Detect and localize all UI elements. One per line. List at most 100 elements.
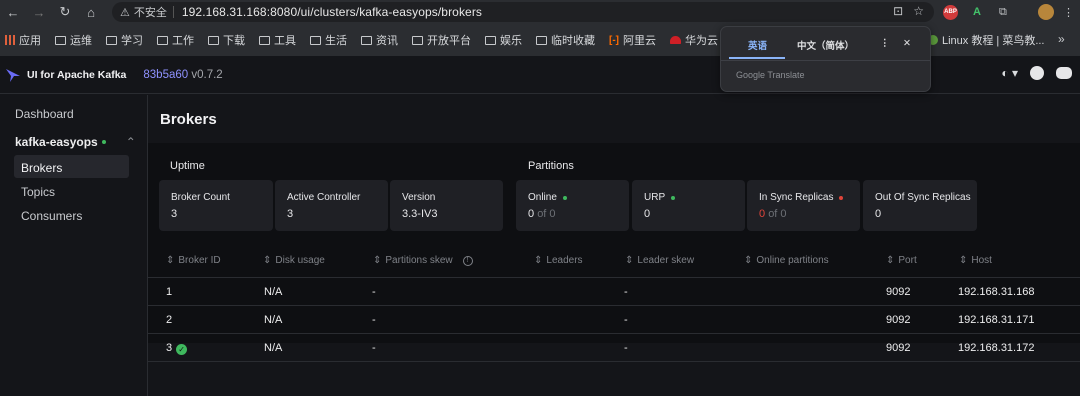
sidebar-item-dashboard[interactable]: Dashboard [15,107,74,121]
reload-icon[interactable]: ↻ [52,0,78,24]
bookmark-label: Linux 教程 | 菜鸟教... [942,35,1045,47]
forward-icon[interactable]: → [26,0,52,24]
discord-icon[interactable] [1056,67,1072,79]
profile-avatar[interactable] [1038,4,1054,20]
partitions-skew: - [372,286,376,298]
card-value: 0 [528,208,535,220]
bookmark-folder[interactable]: 开放平台 [412,32,471,48]
column-label: Broker ID [178,255,221,266]
extensions-puzzle-icon[interactable]: ⧉ [999,4,1007,20]
translate-tab-english[interactable]: 英语 [748,38,767,52]
broker-id[interactable]: 2 [166,314,172,326]
cluster-online-dot [101,140,106,144]
column-header-broker-id[interactable]: ⇕ Broker ID [166,255,221,266]
bookmarks-overflow-icon[interactable]: » [1058,32,1065,46]
build-info: 83b5a60 v0.7.2 [143,69,222,81]
folder-icon [485,35,496,45]
bookmark-star-icon[interactable]: ☆ [913,4,924,18]
sidebar-item-consumers[interactable]: Consumers [21,209,82,223]
address-bar[interactable]: ⚠ 不安全 192.168.31.168:8080/ui/clusters/ka… [112,2,934,22]
column-header-leaders[interactable]: ⇕ Leaders [534,255,583,266]
card-value: 0 [875,208,882,220]
broker-id-cell[interactable]: 3 ✓ [166,342,188,355]
status-dot [562,195,567,200]
table-row[interactable]: 2 N/A - - 9092 192.168.31.171 [148,305,1080,333]
column-label: Partitions skew [385,255,453,266]
bookmark-label: 资讯 [376,35,398,47]
bookmark-folder[interactable]: 生活 [310,32,347,48]
kafka-ui-logo-icon [6,68,20,82]
column-header-partitions-skew[interactable]: ⇕ Partitions skew! [373,255,473,266]
column-header-port[interactable]: ⇕ Port [886,255,917,266]
column-header-disk-usage[interactable]: ⇕ Disk usage [263,255,325,266]
bookmark-label: 生活 [325,35,347,47]
info-icon[interactable]: ! [462,255,473,266]
bookmark-folder[interactable]: 娱乐 [485,32,522,48]
column-header-leader-skew[interactable]: ⇕ Leader skew [625,255,694,266]
bookmark-folder[interactable]: 工作 [157,32,194,48]
github-icon[interactable] [1030,66,1044,80]
theme-toggle-icon[interactable]: ◐ ▾ [1001,66,1018,80]
address-bar-actions: ⊡ ☆ [893,4,924,18]
bookmark-aliyun[interactable]: [-] 阿里云 [609,32,656,48]
bookmark-huawei[interactable]: 华为云 [670,32,718,48]
card-value-total: of 0 [537,208,556,220]
bookmark-label: 华为云 [685,35,718,47]
translate-close-icon[interactable]: ✕ [903,38,911,49]
card-value: 3 [171,208,178,220]
sidebar-item-topics[interactable]: Topics [21,185,55,199]
bookmark-folder[interactable]: 运维 [55,32,92,48]
translate-divider [721,60,930,61]
back-icon[interactable]: ← [0,0,26,24]
sort-icon: ⇕ [263,255,272,266]
extension-a-icon[interactable]: A [973,4,981,20]
url-text[interactable]: 192.168.31.168:8080/ui/clusters/kafka-ea… [182,5,482,19]
translate-more-icon[interactable]: ⋮ [880,38,890,49]
port: 9092 [886,314,911,326]
port: 9092 [886,342,911,354]
card-label: Broker Count [171,192,230,203]
broker-id: 3 [166,342,173,354]
card-value-row: 0 of 0 [759,208,860,220]
chevron-up-icon[interactable]: ⌃ [126,135,136,149]
sort-icon: ⇕ [744,255,753,266]
card-value-total: of 0 [768,208,787,220]
bookmark-folder[interactable]: 学习 [106,32,143,48]
sidebar-cluster-kafka-easyops[interactable]: kafka-easyops ⌃ [15,135,136,149]
partitions-section-title: Partitions [528,160,574,172]
security-label[interactable]: 不安全 [134,4,167,20]
card-value: 0 [759,208,766,220]
column-label: Disk usage [275,255,325,266]
browser-menu-icon[interactable]: ⋮ [1063,4,1074,20]
bookmark-runoob[interactable]: Linux 教程 | 菜鸟教... [928,28,1045,52]
home-icon[interactable]: ⌂ [78,0,104,24]
table-row[interactable]: 1 N/A - - 9092 192.168.31.168 [148,277,1080,305]
out-of-sync-replicas-card: Out Of Sync Replicas 0 [863,180,977,231]
bookmark-folder[interactable]: 工具 [259,32,296,48]
broker-id[interactable]: 1 [166,286,172,298]
translate-icon[interactable]: ⊡ [893,4,903,18]
sidebar-item-brokers[interactable]: Brokers [21,161,62,175]
card-label-row: In Sync Replicas [759,192,860,203]
huawei-icon [670,36,681,44]
warning-icon[interactable]: ⚠ [120,6,130,19]
sidebar: Dashboard kafka-easyops ⌃ Brokers Topics… [0,95,148,396]
app-name: UI for Apache Kafka [27,68,127,81]
folder-icon [208,35,219,45]
bookmark-folder[interactable]: 临时收藏 [536,32,595,48]
translate-tab-chinese[interactable]: 中文（简体） [797,38,854,52]
column-header-host[interactable]: ⇕ Host [959,255,992,266]
folder-icon [361,35,372,45]
bookmark-apps[interactable]: 应用 [5,32,41,48]
table-row[interactable]: 3 ✓ N/A - - 9092 192.168.31.172 [148,333,1080,361]
host: 192.168.31.172 [958,342,1035,354]
adblock-extension-icon[interactable]: ABP [943,4,958,20]
build-hash[interactable]: 83b5a60 [143,69,188,81]
column-label: Host [971,255,992,266]
bookmark-folder[interactable]: 资讯 [361,32,398,48]
bookmark-folder[interactable]: 下载 [208,32,245,48]
partitions-skew: - [372,342,376,354]
column-header-online-partitions[interactable]: ⇕ Online partitions [744,255,829,266]
header-actions: ◐ ▾ [1001,66,1072,80]
card-label: Out Of Sync Replicas [875,192,971,203]
